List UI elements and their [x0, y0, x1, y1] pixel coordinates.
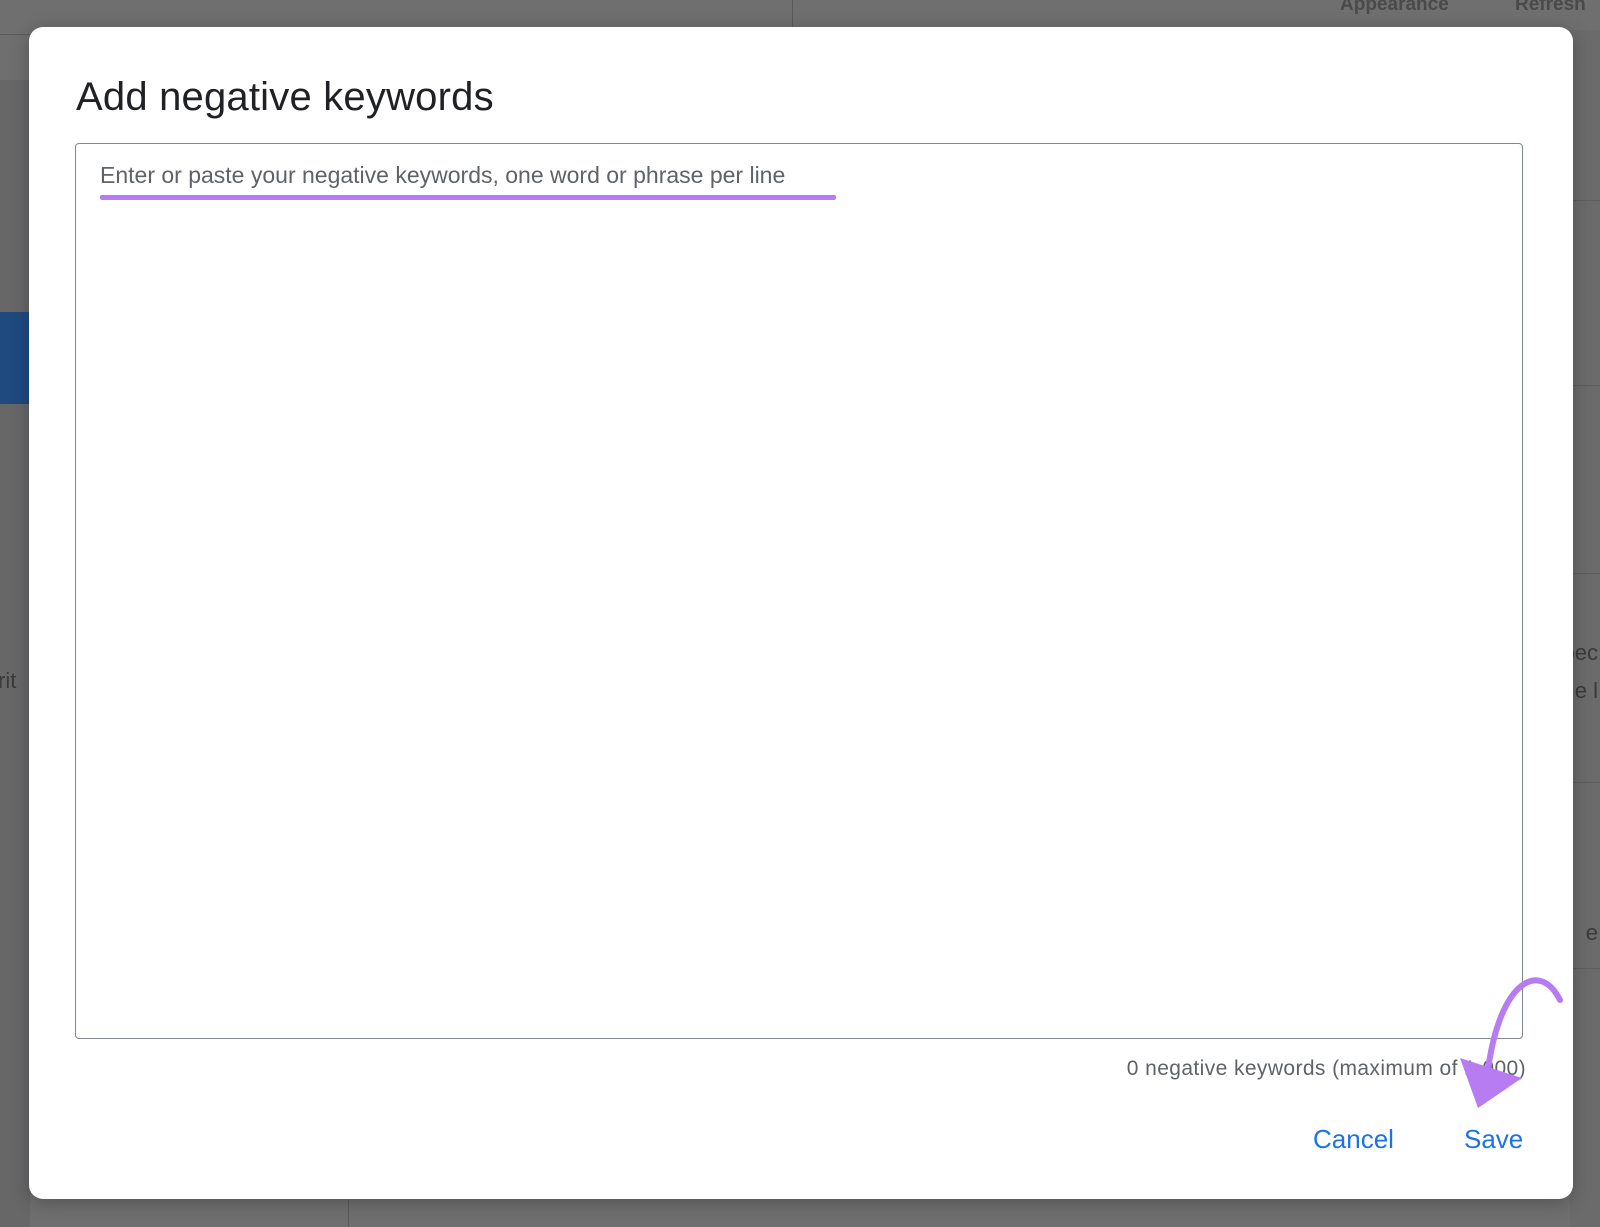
textarea-placeholder: Enter or paste your negative keywords, o…: [100, 162, 786, 188]
background-right-text: e: [1585, 920, 1598, 945]
background-left-panel: [0, 80, 30, 1227]
background-divider: [348, 1200, 349, 1227]
background-tab-appearance: Appearance: [1340, 0, 1449, 15]
dialog-title: Add negative keywords: [76, 75, 494, 119]
background-active-nav-item: [0, 312, 30, 404]
cancel-button[interactable]: Cancel: [1313, 1124, 1394, 1155]
background-divider: [1570, 200, 1600, 201]
background-divider: [792, 0, 793, 30]
background-divider: [1570, 573, 1600, 574]
background-right-text: e l: [1574, 678, 1598, 703]
background-divider: [1570, 782, 1600, 783]
background-tab-refresh: Refresh: [1515, 0, 1586, 15]
negative-keywords-textarea[interactable]: Enter or paste your negative keywords, o…: [75, 143, 1523, 1039]
background-divider: [1570, 385, 1600, 386]
highlight-underline: [100, 195, 836, 200]
background-left-text: rit: [0, 668, 17, 693]
add-negative-keywords-dialog: Add negative keywords Enter or paste you…: [29, 27, 1573, 1199]
annotation-arrow-icon: [1460, 977, 1563, 1108]
